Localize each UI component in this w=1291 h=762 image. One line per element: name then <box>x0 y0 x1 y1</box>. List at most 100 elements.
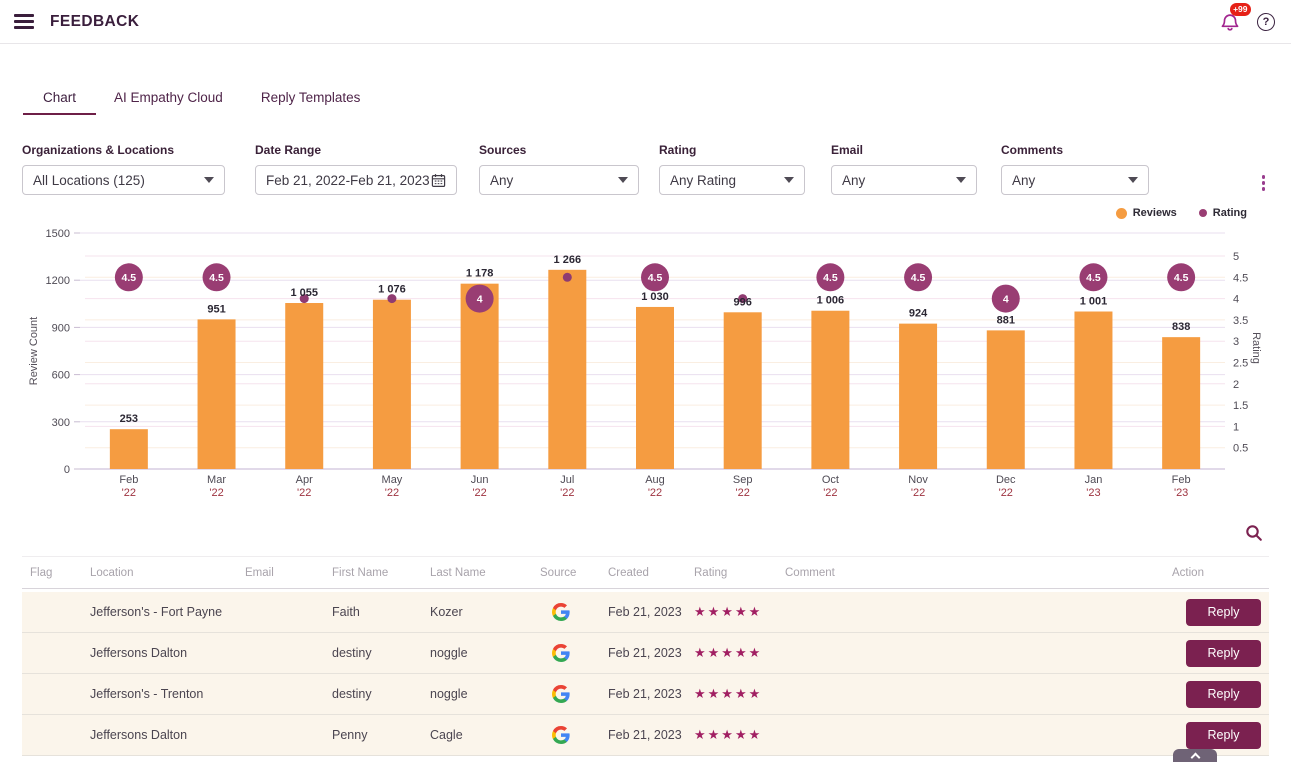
column-header-created: Created <box>608 567 694 579</box>
google-icon <box>552 685 570 703</box>
review-bar-may-22 <box>373 300 411 469</box>
cell-last-name: noggle <box>430 687 540 701</box>
more-options-kebab-icon[interactable] <box>1256 173 1272 193</box>
review-bar-aug-22 <box>636 307 674 469</box>
filter-email-select[interactable]: Any <box>831 165 977 195</box>
scroll-to-top-button[interactable] <box>1173 749 1217 762</box>
reviews-rating-chart: 0300600900120015000.511.522.533.544.55Re… <box>0 223 1291 520</box>
svg-text:600: 600 <box>52 370 70 382</box>
cell-last-name: Kozer <box>430 605 540 619</box>
top-actions: +99 ? <box>1219 11 1275 33</box>
feedback-table: FlagLocationEmailFirst NameLast NameSour… <box>22 556 1269 756</box>
filter-rating-select[interactable]: Any Rating <box>659 165 805 195</box>
filter-comments-select[interactable]: Any <box>1001 165 1149 195</box>
rating-bubble-feb-22: 4.5 <box>115 263 143 291</box>
chevron-down-icon <box>1128 177 1138 183</box>
tab-bar: Chart AI Empathy Cloud Reply Templates <box>43 84 1291 115</box>
rating-dot-icon <box>1199 209 1207 217</box>
notifications-bell-icon[interactable]: +99 <box>1219 11 1241 33</box>
column-header-email: Email <box>245 567 332 579</box>
reply-button[interactable]: Reply <box>1186 599 1261 626</box>
cell-last-name: noggle <box>430 646 540 660</box>
svg-text:Feb'23: Feb'23 <box>1172 474 1191 499</box>
svg-text:996: 996 <box>734 296 752 308</box>
filter-value: Feb 21, 2022-Feb 21, 2023 <box>266 173 430 188</box>
filter-comments: CommentsAny <box>1001 143 1149 195</box>
cell-created: Feb 21, 2023 <box>608 687 694 701</box>
table-search-row <box>0 524 1291 544</box>
svg-text:4.5: 4.5 <box>1086 272 1101 284</box>
svg-text:Rating: Rating <box>1250 332 1262 364</box>
google-icon <box>552 603 570 621</box>
filter-organizations-locations-select[interactable]: All Locations (125) <box>22 165 225 195</box>
table-row: Jefferson's - Fort PayneFaithKozerFeb 21… <box>22 592 1269 633</box>
review-bar-sep-22 <box>724 312 762 469</box>
reply-button[interactable]: Reply <box>1186 640 1261 667</box>
cell-location: Jeffersons Dalton <box>90 646 245 660</box>
help-icon[interactable]: ? <box>1257 13 1275 31</box>
filter-sources: SourcesAny <box>479 143 639 195</box>
svg-text:253: 253 <box>120 413 138 425</box>
svg-text:4: 4 <box>1003 293 1009 305</box>
svg-text:4.5: 4.5 <box>1233 272 1248 284</box>
filter-email: EmailAny <box>831 143 977 195</box>
review-bar-nov-22 <box>899 324 937 469</box>
cell-action: Reply <box>1172 722 1269 749</box>
help-glyph: ? <box>1263 16 1270 28</box>
reply-button[interactable]: Reply <box>1186 681 1261 708</box>
svg-text:4.5: 4.5 <box>209 272 224 284</box>
column-header-action: Action <box>1172 567 1269 579</box>
cell-action: Reply <box>1172 599 1269 626</box>
svg-text:2: 2 <box>1233 379 1239 391</box>
tab-reply-templates[interactable]: Reply Templates <box>261 84 361 115</box>
column-header-flag: Flag <box>30 567 90 579</box>
svg-text:5: 5 <box>1233 251 1239 263</box>
filter-value: Any <box>490 173 513 188</box>
menu-icon[interactable] <box>14 14 34 29</box>
table-row: Jeffersons DaltonPennyCagleFeb 21, 2023★… <box>22 715 1269 756</box>
review-bar-dec-22 <box>987 330 1025 469</box>
cell-first-name: Penny <box>332 728 430 742</box>
filter-sources-select[interactable]: Any <box>479 165 639 195</box>
cell-created: Feb 21, 2023 <box>608 605 694 619</box>
chevron-up-icon <box>1190 753 1200 762</box>
rating-bubble-mar-22: 4.5 <box>203 263 231 291</box>
cell-action: Reply <box>1172 681 1269 708</box>
cell-first-name: Faith <box>332 605 430 619</box>
svg-text:881: 881 <box>997 314 1015 326</box>
search-icon[interactable] <box>1245 524 1263 542</box>
svg-text:4.5: 4.5 <box>1174 272 1189 284</box>
column-header-source: Source <box>540 567 608 579</box>
chart-legend: ReviewsRating <box>0 207 1291 219</box>
svg-text:2.5: 2.5 <box>1233 358 1248 370</box>
cell-last-name: Cagle <box>430 728 540 742</box>
svg-text:900: 900 <box>52 322 70 334</box>
svg-text:Nov'22: Nov'22 <box>908 474 928 499</box>
svg-text:May'22: May'22 <box>382 474 403 499</box>
google-icon <box>552 726 570 744</box>
chevron-down-icon <box>956 177 966 183</box>
svg-text:1 001: 1 001 <box>1080 296 1108 308</box>
review-bar-feb-22 <box>110 429 148 469</box>
svg-text:4.5: 4.5 <box>122 272 137 284</box>
svg-text:Oct'22: Oct'22 <box>822 474 839 499</box>
legend-item-reviews: Reviews <box>1116 207 1177 219</box>
filter-date-range-select[interactable]: Feb 21, 2022-Feb 21, 2023 <box>255 165 457 195</box>
svg-text:0.5: 0.5 <box>1233 443 1248 455</box>
reviews-dot-icon <box>1116 208 1127 219</box>
page-title: FEEDBACK <box>50 13 139 31</box>
svg-text:924: 924 <box>909 308 928 320</box>
rating-bubble-feb-23: 4.5 <box>1167 263 1195 291</box>
svg-text:1.5: 1.5 <box>1233 400 1248 412</box>
google-icon <box>552 644 570 662</box>
rating-bubble-nov-22: 4.5 <box>904 263 932 291</box>
svg-text:1: 1 <box>1233 421 1239 433</box>
reply-button[interactable]: Reply <box>1186 722 1261 749</box>
cell-source <box>540 603 608 621</box>
filter-value: Any Rating <box>670 173 736 188</box>
review-bar-feb-23 <box>1162 337 1200 469</box>
tab-chart[interactable]: Chart <box>43 84 76 115</box>
legend-label: Reviews <box>1133 207 1177 219</box>
tab-ai-empathy-cloud[interactable]: AI Empathy Cloud <box>114 84 223 115</box>
table-row: Jefferson's - TrentondestinynoggleFeb 21… <box>22 674 1269 715</box>
